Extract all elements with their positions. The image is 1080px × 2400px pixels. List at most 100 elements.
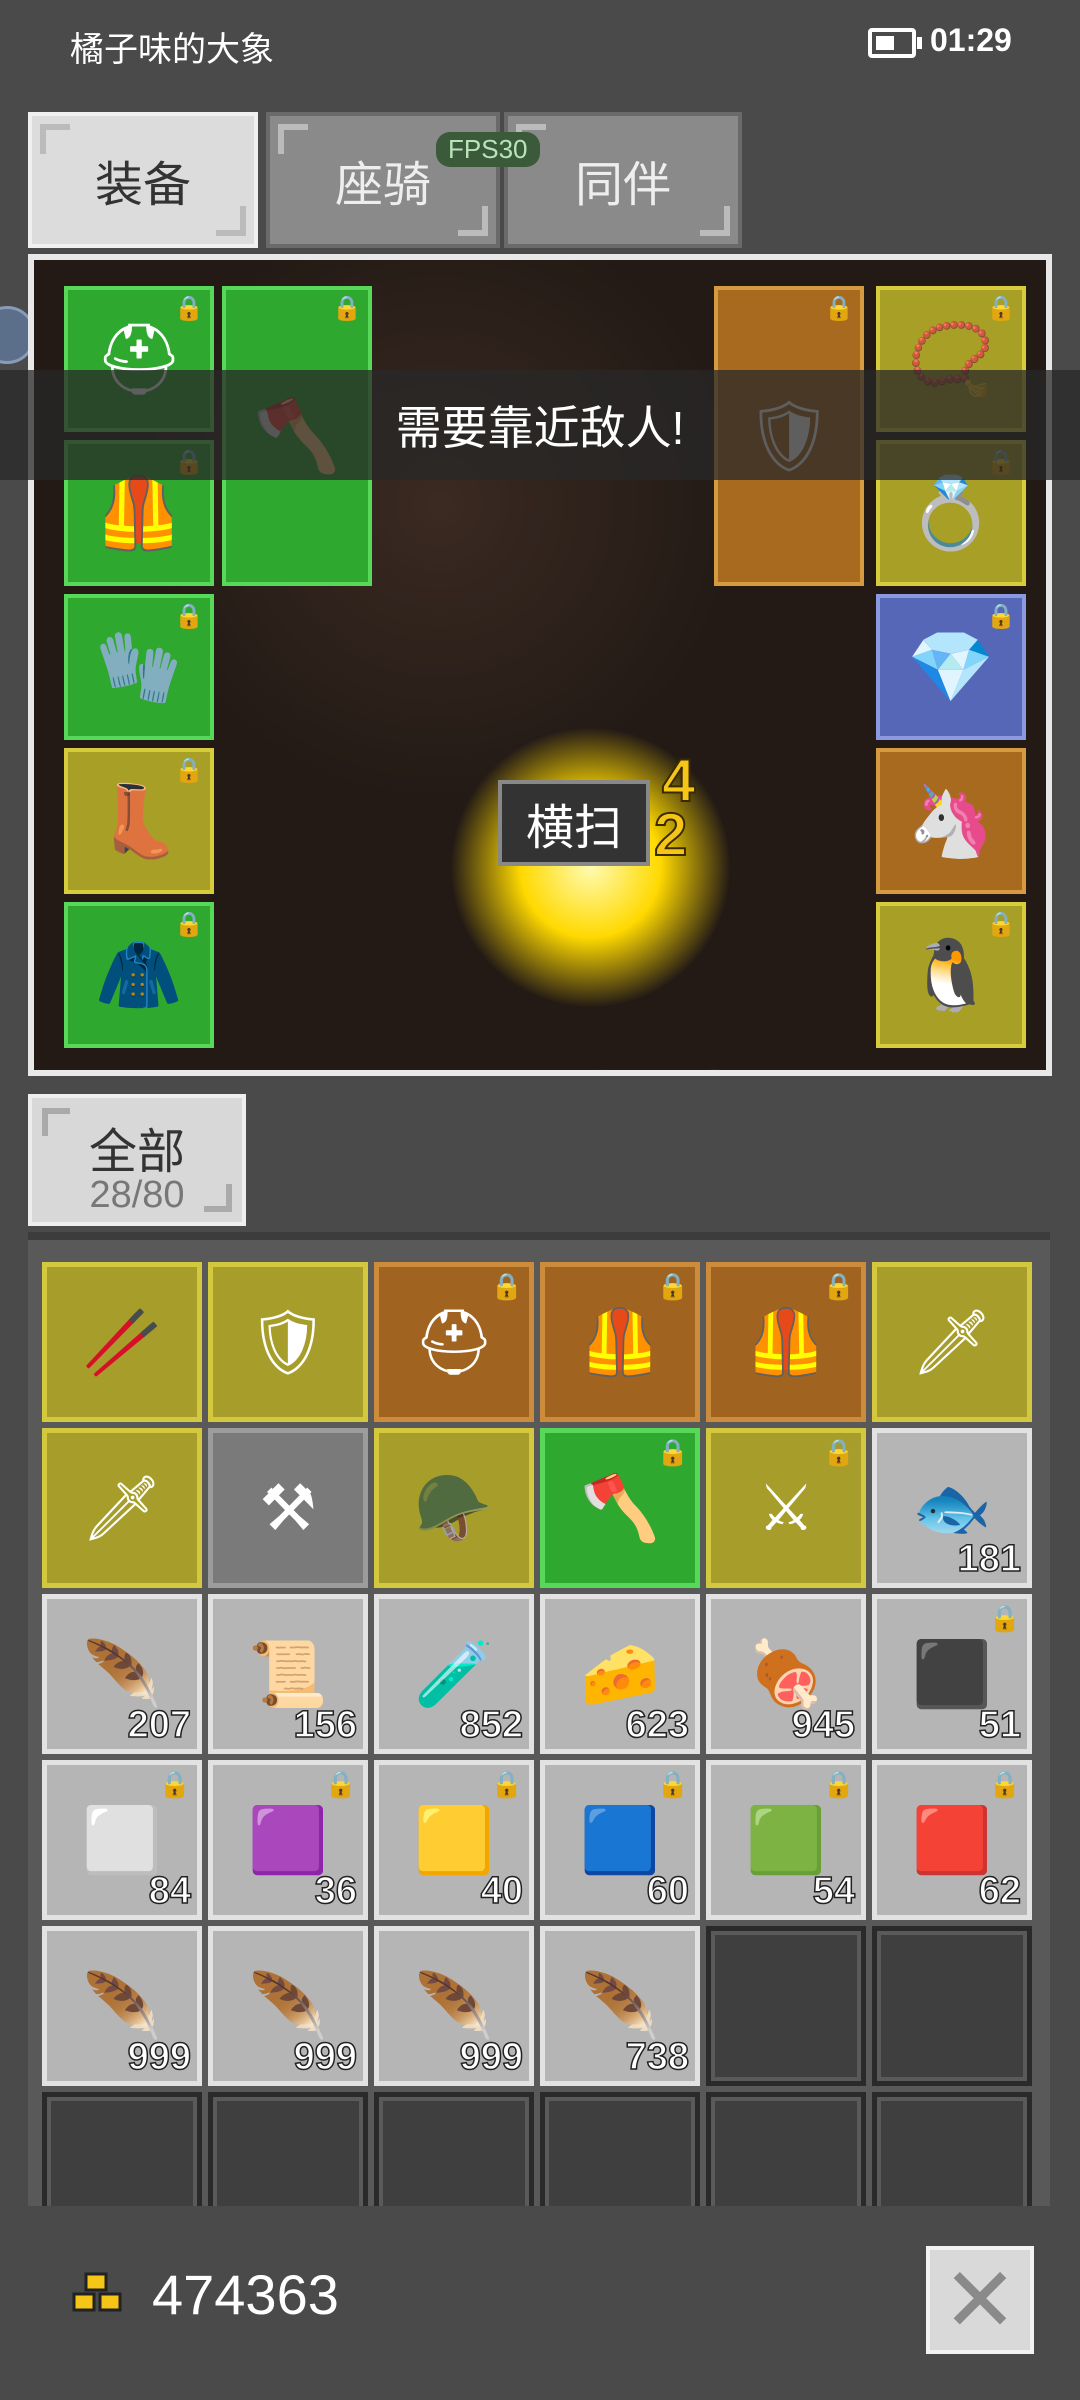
inventory-slot[interactable]: 🪶 738 bbox=[540, 1926, 700, 2086]
inventory-slot[interactable]: ⛑ 🔒 bbox=[374, 1262, 534, 1422]
inventory-slot-empty[interactable] bbox=[374, 2092, 534, 2206]
inventory-slot[interactable]: 🪓 🔒 bbox=[540, 1428, 700, 1588]
gem-blue-icon: 🟦 bbox=[580, 1804, 660, 1876]
inventory-slot[interactable]: 🟥 🔒 62 bbox=[872, 1760, 1032, 1920]
inventory-slot[interactable]: 🧪 852 bbox=[374, 1594, 534, 1754]
item-quantity: 181 bbox=[957, 1537, 1022, 1581]
inventory-slot[interactable]: 🦺 🔒 bbox=[540, 1262, 700, 1422]
close-button[interactable]: ✕ bbox=[926, 2246, 1034, 2354]
item-quantity: 945 bbox=[791, 1703, 856, 1747]
inventory-slot[interactable]: 🟨 🔒 40 bbox=[374, 1760, 534, 1920]
item-quantity: 40 bbox=[480, 1869, 524, 1913]
inventory-slot[interactable]: ⚒ bbox=[208, 1428, 368, 1588]
lock-icon: 🔒 bbox=[824, 295, 854, 322]
inventory-slot[interactable]: 🪶 999 bbox=[42, 1926, 202, 2086]
inventory-slot-empty[interactable] bbox=[208, 2092, 368, 2206]
red-feather-icon: 🪶 bbox=[82, 1638, 162, 1710]
item-quantity: 54 bbox=[812, 1869, 856, 1913]
pet-penguin-icon: 🐧 bbox=[907, 936, 995, 1014]
item-quantity: 36 bbox=[314, 1869, 358, 1913]
green-armor-icon: 🦺 bbox=[746, 1306, 826, 1378]
inventory-slot[interactable]: 📜 156 bbox=[208, 1594, 368, 1754]
red-staff-icon: 🥢 bbox=[82, 1306, 162, 1378]
item-quantity: 738 bbox=[625, 2035, 690, 2079]
inventory-slot[interactable]: 🦺 🔒 bbox=[706, 1262, 866, 1422]
meat-icon: 🍖 bbox=[746, 1638, 826, 1710]
inventory-slot[interactable]: 🪶 999 bbox=[208, 1926, 368, 2086]
dagger-icon: 🗡 bbox=[911, 1306, 993, 1378]
inventory-slot-empty[interactable] bbox=[706, 1926, 866, 2086]
inventory-slot[interactable]: 🪶 999 bbox=[374, 1926, 534, 2086]
lock-icon: 🔒 bbox=[656, 1437, 689, 1467]
inventory-slot[interactable]: 🪖 bbox=[374, 1428, 534, 1588]
toast-message: 需要靠近敌人! bbox=[0, 370, 1080, 480]
equip-slot-pet-1[interactable]: 🦄 bbox=[876, 748, 1026, 894]
equip-slot-pet-2[interactable]: 🐧 🔒 bbox=[876, 902, 1026, 1048]
status-bar: 橘子味的大象 01:29 bbox=[0, 0, 1080, 88]
pet-unicorn-icon: 🦄 bbox=[907, 782, 995, 860]
inventory-slot[interactable]: ⬜ 🔒 84 bbox=[42, 1760, 202, 1920]
battery-icon bbox=[868, 28, 922, 58]
lock-icon: 🔒 bbox=[822, 1769, 855, 1799]
longsword-icon: ⚔ bbox=[757, 1472, 815, 1544]
inventory-slot[interactable]: ⚔ 🔒 bbox=[706, 1428, 866, 1588]
item-quantity: 207 bbox=[127, 1703, 192, 1747]
inventory-slot[interactable]: 🪶 207 bbox=[42, 1594, 202, 1754]
inventory-slot-empty[interactable] bbox=[540, 2092, 700, 2206]
inventory-slot-empty[interactable] bbox=[42, 2092, 202, 2206]
inventory-slot[interactable]: 🗡 bbox=[872, 1262, 1032, 1422]
gem-yellow-icon: 🟨 bbox=[414, 1804, 494, 1876]
red-armor-icon: 🦺 bbox=[580, 1306, 660, 1378]
gem-white-icon: ⬜ bbox=[82, 1804, 162, 1876]
damage-number: 2 bbox=[653, 800, 688, 869]
double-axe-icon: ⚒ bbox=[259, 1472, 317, 1544]
horned-helmet-icon: 🪖 bbox=[414, 1472, 494, 1544]
inventory-panel: 🥢 🛡 ⛑ 🔒 🦺 🔒 🦺 🔒 🗡 🗡 ⚒ 🪖 🪓 🔒 ⚔ 🔒 🐟 181 🪶 207 📜 156 🧪 852 🧀 623 🍖 945… bbox=[28, 1232, 1050, 2206]
lock-icon: 🔒 bbox=[490, 1769, 523, 1799]
enemy-name: 大黑牛 bbox=[573, 1055, 743, 1070]
armor-icon: 🦺 bbox=[95, 474, 183, 552]
lock-icon: 🔒 bbox=[174, 295, 204, 322]
cheese-icon: 🧀 bbox=[580, 1638, 660, 1710]
tab-equipment[interactable]: 装备 bbox=[28, 112, 258, 248]
lock-icon: 🔒 bbox=[986, 603, 1016, 630]
inventory-slot[interactable]: 🥢 bbox=[42, 1262, 202, 1422]
lock-icon: 🔒 bbox=[988, 1603, 1021, 1633]
inventory-slot[interactable]: 🛡 bbox=[208, 1262, 368, 1422]
inventory-slot[interactable]: 🐟 181 bbox=[872, 1428, 1032, 1588]
inventory-slot[interactable]: 🧀 623 bbox=[540, 1594, 700, 1754]
lock-icon: 🔒 bbox=[986, 911, 1016, 938]
item-quantity: 156 bbox=[293, 1703, 358, 1747]
inventory-slot[interactable]: 🟦 🔒 60 bbox=[540, 1760, 700, 1920]
potion-icon: 🧪 bbox=[414, 1638, 494, 1710]
lock-icon: 🔒 bbox=[656, 1769, 689, 1799]
item-quantity: 999 bbox=[293, 2035, 358, 2079]
blue-feather-icon: 🪶 bbox=[580, 1970, 660, 2042]
tab-equipment-label: 装备 bbox=[94, 159, 191, 212]
inventory-slot-empty[interactable] bbox=[872, 1926, 1032, 2086]
inventory-slot[interactable]: 🟪 🔒 36 bbox=[208, 1760, 368, 1920]
tab-companion[interactable]: 同伴 bbox=[504, 112, 742, 248]
equip-slot-ring-2[interactable]: 💎 🔒 bbox=[876, 594, 1026, 740]
lock-icon: 🔒 bbox=[822, 1437, 855, 1467]
inventory-slot-empty[interactable] bbox=[706, 2092, 866, 2206]
item-quantity: 62 bbox=[978, 1869, 1022, 1913]
equip-slot-cape[interactable]: 🧥 🔒 bbox=[64, 902, 214, 1048]
inventory-slot-empty[interactable] bbox=[872, 2092, 1032, 2206]
category-tab-all[interactable]: 全部 28/80 bbox=[28, 1094, 246, 1226]
item-quantity: 852 bbox=[459, 1703, 524, 1747]
gem-purple-icon: 🟪 bbox=[248, 1804, 328, 1876]
lock-icon: 🔒 bbox=[174, 757, 204, 784]
item-quantity: 999 bbox=[127, 2035, 192, 2079]
lock-icon: 🔒 bbox=[174, 911, 204, 938]
item-quantity: 51 bbox=[978, 1703, 1022, 1747]
tab-companion-label: 同伴 bbox=[574, 159, 671, 212]
ring-icon: 💍 bbox=[907, 474, 995, 552]
blue-feather-icon: 🪶 bbox=[414, 1970, 494, 2042]
inventory-slot[interactable]: 🗡 bbox=[42, 1428, 202, 1588]
inventory-slot[interactable]: ⬛ 🔒 51 bbox=[872, 1594, 1032, 1754]
equip-slot-gloves[interactable]: 🧤 🔒 bbox=[64, 594, 214, 740]
equip-slot-boots[interactable]: 👢 🔒 bbox=[64, 748, 214, 894]
inventory-slot[interactable]: 🍖 945 bbox=[706, 1594, 866, 1754]
inventory-slot[interactable]: 🟩 🔒 54 bbox=[706, 1760, 866, 1920]
